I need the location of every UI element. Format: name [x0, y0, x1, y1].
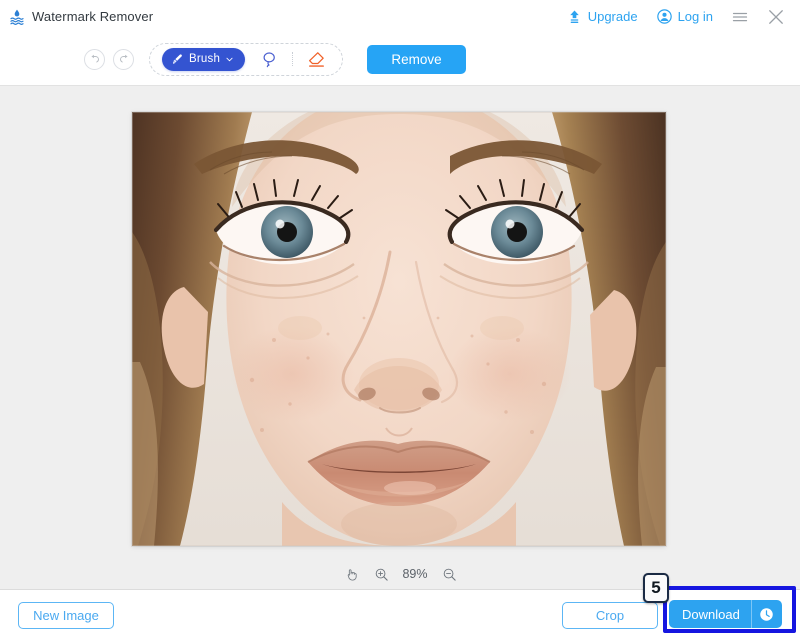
- zoom-level-label: 89%: [402, 567, 428, 581]
- watermark-droplet-icon: [10, 9, 24, 25]
- login-button[interactable]: Log in: [647, 8, 722, 25]
- zoom-controls: 89%: [0, 559, 800, 589]
- portrait-photo: [132, 112, 666, 546]
- download-group: Download: [669, 600, 782, 628]
- lasso-icon: [263, 51, 275, 67]
- magnifier-minus-icon: [443, 568, 456, 581]
- upgrade-label: Upgrade: [587, 9, 638, 24]
- tool-divider: [292, 52, 294, 66]
- redo-button[interactable]: [113, 48, 134, 70]
- redo-arrow-icon: [119, 54, 127, 63]
- menu-button[interactable]: [722, 7, 758, 27]
- undo-arrow-icon: [91, 54, 99, 63]
- brand: Watermark Remover: [8, 8, 153, 26]
- clock-history-icon: [760, 607, 774, 621]
- login-label: Log in: [677, 9, 713, 24]
- hand-pan-icon: [347, 568, 357, 581]
- close-button[interactable]: [758, 7, 794, 27]
- eraser-tool-button[interactable]: [302, 45, 330, 73]
- tool-group: Brush: [149, 42, 344, 76]
- editor-toolbar: Brush Remove: [0, 33, 800, 85]
- image-preview[interactable]: [132, 112, 666, 546]
- chevron-down-icon: [226, 57, 233, 61]
- lasso-tool-button[interactable]: [255, 45, 283, 73]
- brush-label: Brush: [189, 53, 221, 65]
- app-header: Watermark Remover Upgrade Log in: [0, 0, 800, 33]
- upgrade-button[interactable]: Upgrade: [557, 8, 647, 25]
- pan-tool-button[interactable]: [336, 561, 366, 587]
- zoom-in-button[interactable]: [366, 561, 396, 587]
- undo-button[interactable]: [84, 48, 105, 70]
- brush-tool-button[interactable]: Brush: [162, 47, 246, 71]
- remove-button[interactable]: Remove: [367, 44, 467, 74]
- new-image-button[interactable]: New Image: [18, 602, 114, 629]
- eraser-icon: [308, 51, 324, 67]
- magnifier-plus-icon: [375, 568, 388, 581]
- watermark-remover-app: Watermark Remover Upgrade Log in Brush R…: [0, 0, 800, 638]
- brush-icon: [173, 53, 182, 64]
- download-label: Download: [682, 606, 740, 622]
- upload-arrow-icon: [569, 10, 579, 24]
- zoom-out-button[interactable]: [434, 561, 464, 587]
- canvas-area[interactable]: 89%: [0, 85, 800, 590]
- crop-button[interactable]: Crop: [562, 602, 658, 629]
- download-history-button[interactable]: [752, 600, 782, 628]
- app-title: Watermark Remover: [32, 9, 154, 24]
- close-x-icon: [769, 9, 783, 24]
- bottom-bar: New Image Crop Download: [0, 591, 800, 638]
- download-button[interactable]: Download: [669, 600, 782, 628]
- user-circle-icon: [656, 9, 672, 24]
- hamburger-menu-icon: [732, 12, 748, 21]
- step-number-badge: 5: [643, 573, 669, 603]
- history-buttons: [84, 48, 134, 70]
- header-actions: Upgrade Log in: [557, 0, 794, 33]
